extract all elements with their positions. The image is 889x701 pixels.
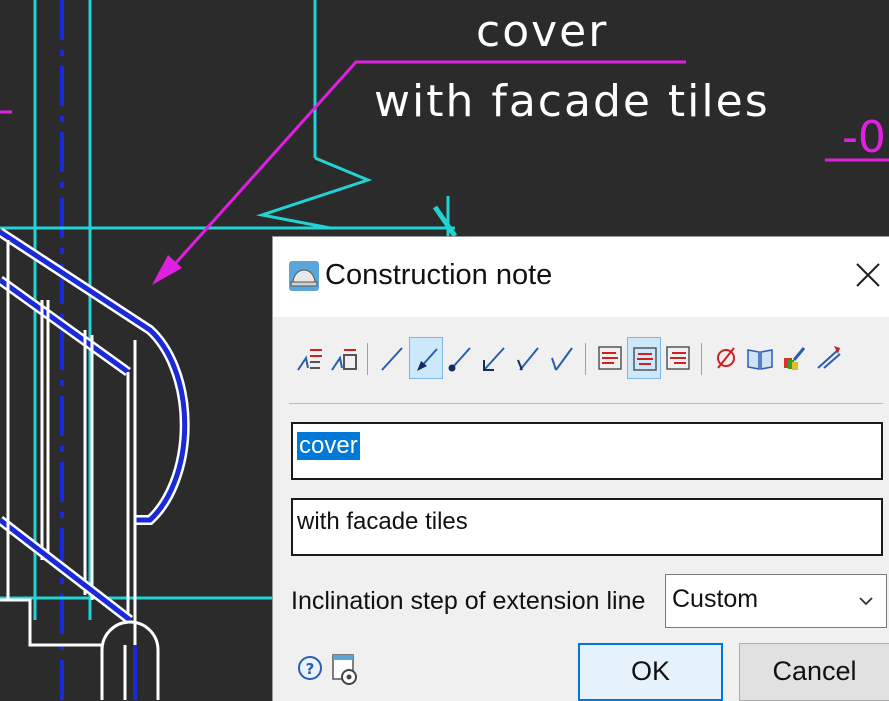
note-leader-style-icon [331,349,357,371]
note-toolbar [289,337,859,383]
leader-arrow-button[interactable] [409,337,443,379]
note-line2-text: with facade tiles [297,508,468,535]
stair-railing [0,227,190,700]
inclination-step-select[interactable]: Custom [665,574,887,628]
help-icon[interactable]: ? [297,655,323,681]
note-style-1-button[interactable] [293,337,327,379]
level-mark-text: -0, [842,112,889,163]
hard-hat-app-icon [289,261,319,291]
leader-plain-button[interactable] [375,337,409,379]
leader-dot-icon [448,347,471,372]
toolbar-separator [367,343,368,375]
paint-brush-icon [784,347,806,370]
note-text-line2: with facade tiles [374,76,770,127]
leader-tick-button[interactable] [511,337,545,379]
note-line2-input[interactable]: with facade tiles [291,498,883,556]
toolbar-separator [585,343,586,375]
note-style-2-button[interactable] [327,337,361,379]
settings-icon[interactable] [331,653,359,687]
dialog-titlebar[interactable]: Construction note [273,237,889,317]
align-center-button[interactable] [627,337,661,379]
cancel-button[interactable]: Cancel [739,643,889,701]
library-button[interactable] [743,337,777,379]
leader-open-arrow-icon [483,347,505,371]
cad-line [432,205,458,238]
cad-break-line [256,156,450,230]
note-line1-input[interactable]: cover [291,422,883,480]
align-left-button[interactable] [593,337,627,379]
leader-half-arrow-button[interactable] [545,337,579,379]
leader-half-arrow-icon [551,347,573,371]
align-right-icon [666,346,690,370]
close-icon[interactable] [848,255,888,295]
svg-text:?: ? [306,660,315,678]
toolbar-divider [289,403,883,404]
align-left-icon [598,346,622,370]
inclination-step-value: Custom [672,585,759,613]
align-center-icon [633,347,657,371]
dialog-title: Construction note [325,259,553,291]
pick-leader-icon [817,346,841,369]
format-painter-button[interactable] [777,337,811,379]
leader-line-icon [381,347,403,371]
note-text-line1: cover [476,6,608,57]
diameter-symbol-button[interactable] [709,337,743,379]
leader-arrow-icon [417,348,438,371]
ok-button[interactable]: OK [578,643,723,701]
note-line1-selected-text: cover [297,432,360,460]
leader-open-arrow-button[interactable] [477,337,511,379]
pick-leader-button[interactable] [811,337,845,379]
align-right-button[interactable] [661,337,695,379]
leader-tick-icon [517,347,539,371]
inclination-step-label: Inclination step of extension line [291,587,646,615]
construction-note-dialog: Construction note cover with facade tile… [272,236,889,701]
diameter-icon [717,347,735,369]
toolbar-separator [701,343,702,375]
chevron-down-icon [859,597,873,606]
leader-dot-button[interactable] [443,337,477,379]
book-icon [747,349,773,370]
note-leader-style-icon [297,349,322,371]
